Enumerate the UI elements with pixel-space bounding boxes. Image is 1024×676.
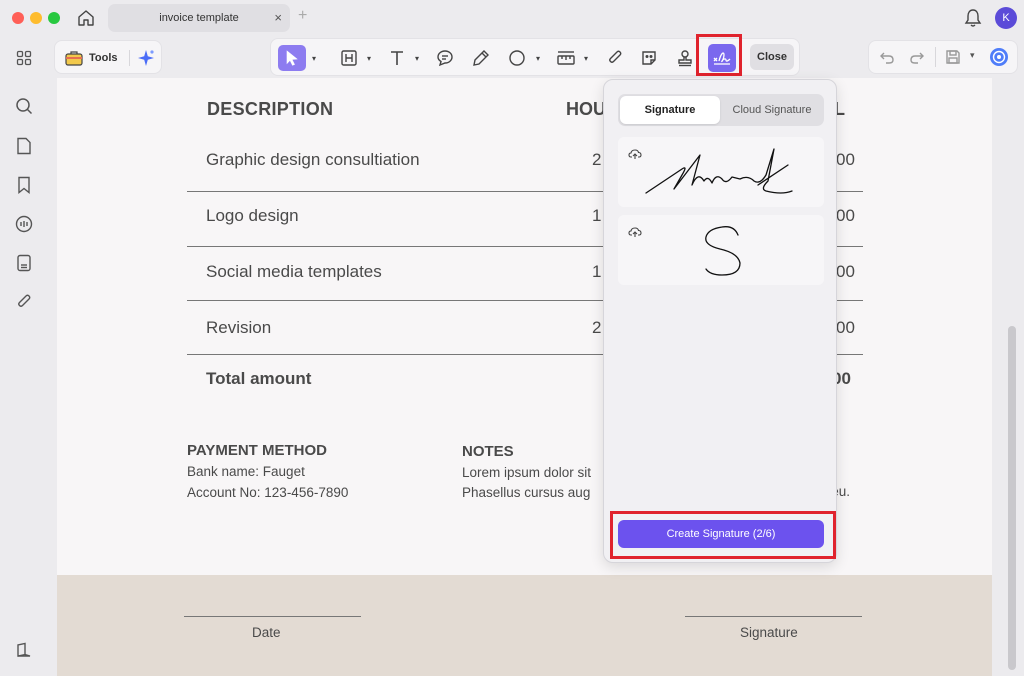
stamp-tool[interactable] — [675, 45, 695, 71]
signature-line — [685, 616, 862, 617]
row-amount: 00 — [836, 318, 855, 337]
close-window-button[interactable] — [12, 12, 24, 24]
title-bar: invoice template × + K — [0, 0, 1024, 36]
row-amount: 00 — [836, 150, 855, 169]
row-amount: 00 — [836, 262, 855, 281]
signature-label: Signature — [740, 625, 798, 640]
attachment-tool[interactable] — [605, 45, 625, 71]
text-tool[interactable] — [387, 45, 407, 71]
avatar[interactable]: K — [995, 7, 1017, 29]
row-hours: 1 — [592, 262, 602, 281]
cloud-upload-icon[interactable] — [628, 225, 642, 243]
attachment-icon[interactable] — [14, 292, 34, 312]
bookmark-icon[interactable] — [14, 175, 34, 195]
select-tool[interactable] — [278, 45, 306, 71]
saved-signature-1[interactable] — [618, 137, 824, 207]
notes-line: Lorem ipsum dolor sit — [462, 465, 592, 480]
grid-icon[interactable] — [14, 48, 34, 68]
payment-method-title: PAYMENT METHOD — [187, 442, 328, 459]
row-description: Social media templates — [206, 262, 382, 281]
header-hours: HOU — [566, 99, 606, 119]
search-icon[interactable] — [14, 96, 34, 116]
row-hours: 2 — [592, 150, 602, 169]
layers-icon[interactable] — [14, 640, 34, 660]
signature-drawing — [645, 148, 793, 194]
row-description: Revision — [206, 318, 272, 337]
tab-signature[interactable]: Signature — [620, 96, 720, 124]
shape-tool[interactable] — [507, 45, 527, 71]
chevron-down-icon[interactable]: ▾ — [970, 50, 975, 61]
date-label: Date — [252, 625, 281, 640]
bank-name: Bank name: Fauget — [187, 464, 305, 479]
create-signature-highlight — [610, 511, 836, 559]
comment-icon[interactable] — [14, 214, 34, 234]
toolbox-icon[interactable] — [65, 50, 83, 71]
notes-title: NOTES — [462, 443, 514, 460]
tab-close-button[interactable]: × — [274, 10, 282, 25]
row-hours: 1 — [592, 206, 602, 225]
header-description: DESCRIPTION — [207, 99, 334, 119]
tools-group: Tools — [54, 40, 162, 74]
chevron-down-icon[interactable]: ▾ — [415, 45, 419, 71]
date-line — [184, 616, 361, 617]
notes-line: Phasellus cursus aug — [462, 485, 591, 500]
document-tab[interactable]: invoice template × — [108, 4, 290, 32]
row-description: Graphic design consultiation — [206, 150, 420, 169]
text-box-tool[interactable] — [339, 45, 359, 71]
new-tab-button[interactable]: + — [298, 8, 307, 24]
minimize-window-button[interactable] — [30, 12, 42, 24]
cloud-upload-icon[interactable] — [628, 147, 642, 165]
signature-drawing — [705, 226, 741, 276]
total-label: Total amount — [206, 369, 312, 388]
divider — [935, 47, 936, 67]
save-icon[interactable] — [945, 49, 961, 70]
home-icon[interactable] — [74, 6, 98, 30]
tab-title: invoice template — [159, 12, 239, 24]
chevron-down-icon[interactable]: ▾ — [312, 45, 316, 71]
divider — [129, 50, 130, 66]
saved-signature-2[interactable] — [618, 215, 824, 285]
undo-icon[interactable] — [879, 49, 895, 70]
tab-cloud-signature[interactable]: Cloud Signature — [722, 96, 822, 124]
pen-tool[interactable] — [471, 45, 491, 71]
document-footer-band — [57, 575, 992, 676]
right-toolbar-group: ▾ — [868, 40, 1018, 74]
bell-icon[interactable] — [964, 8, 982, 33]
left-sidebar — [0, 36, 48, 676]
row-description: Logo design — [206, 206, 299, 225]
redo-icon[interactable] — [909, 49, 925, 70]
chevron-down-icon[interactable]: ▾ — [584, 45, 588, 71]
ai-sparkle-icon[interactable] — [137, 49, 155, 72]
scrollbar-thumb[interactable] — [1008, 326, 1016, 670]
measure-tool[interactable] — [555, 45, 577, 71]
chevron-down-icon[interactable]: ▾ — [536, 45, 540, 71]
account-number: Account No: 123-456-7890 — [187, 485, 349, 500]
signature-tool-highlight — [696, 34, 742, 76]
tools-label[interactable]: Tools — [89, 52, 118, 64]
page-icon[interactable] — [14, 136, 34, 156]
zoom-window-button[interactable] — [48, 12, 60, 24]
signature-panel: Signature Cloud Signature Create Signatu… — [603, 79, 837, 563]
form-icon[interactable] — [14, 253, 34, 273]
close-button[interactable]: Close — [750, 44, 794, 70]
row-hours: 2 — [592, 318, 602, 337]
assistant-icon[interactable] — [989, 47, 1009, 72]
signature-tab-switcher: Signature Cloud Signature — [618, 94, 824, 126]
comment-tool[interactable] — [435, 45, 455, 71]
chevron-down-icon[interactable]: ▾ — [367, 45, 371, 71]
sticker-tool[interactable] — [639, 45, 659, 71]
row-amount: 00 — [836, 206, 855, 225]
